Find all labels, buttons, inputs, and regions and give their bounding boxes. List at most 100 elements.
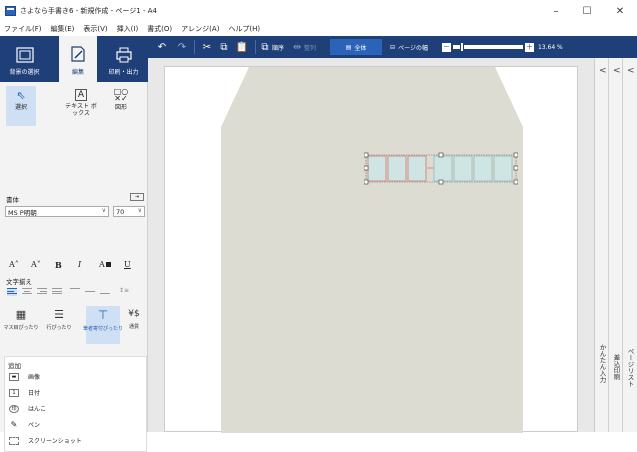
currency-label: 通貨: [128, 324, 139, 330]
currency-button[interactable]: ¥$ 通貨: [122, 306, 146, 344]
document-page[interactable]: [164, 66, 578, 433]
collapse-chevron-icon[interactable]: <: [613, 66, 621, 76]
align-left-button[interactable]: [7, 288, 17, 296]
font-family-select[interactable]: MS P明朝 ∨: [5, 206, 109, 217]
align-section-label: 文字揃え: [6, 278, 32, 286]
add-screenshot-item[interactable]: スクリーンショット: [9, 436, 82, 445]
page-list-panel-tab[interactable]: < ページリスト: [623, 58, 637, 432]
pen-icon: ✎: [10, 420, 18, 429]
zoom-out-button[interactable]: －: [441, 42, 451, 52]
align-center-button[interactable]: [22, 288, 32, 296]
minimize-button[interactable]: –: [542, 0, 570, 22]
shape-tool-label: 図形: [114, 104, 127, 111]
valign-bottom-button[interactable]: [100, 288, 110, 296]
zoom-in-button[interactable]: ＋: [524, 42, 534, 52]
background-icon: [15, 47, 34, 63]
menu-bar: ファイル(F) 編集(E) 表示(V) 挿入(I) 書式(O) アレンジ(A) …: [0, 22, 637, 36]
postal-code-boxes[interactable]: [364, 151, 518, 186]
envelope-shape[interactable]: [221, 67, 523, 433]
zoom-slider[interactable]: [452, 42, 523, 52]
fit-whole-icon: ▤: [345, 43, 352, 51]
font-size-select[interactable]: 70 ∨: [113, 206, 145, 217]
list-icon: ☰: [54, 308, 64, 321]
paste-icon[interactable]: 📋: [233, 36, 251, 58]
main-toolbar: ↶ ↷ ✂ ⧉ 📋 ⧉ 順序 ⇹ 整列 ▤ 全体 ⊟ ページの幅 － ＋ 13.…: [148, 36, 637, 58]
chevron-down-icon: ∨: [137, 207, 142, 214]
add-date-item[interactable]: 1 日付: [9, 388, 40, 397]
tab-background-label: 背景の選択: [9, 69, 40, 76]
cut-icon[interactable]: ✂: [199, 36, 215, 58]
align-right-button[interactable]: [37, 288, 47, 296]
valign-top-button[interactable]: [70, 288, 80, 296]
menu-view[interactable]: 表示(V): [83, 24, 107, 34]
fit-width-button[interactable]: ⊟ ページの幅: [390, 43, 428, 52]
select-tool-label: 選択: [14, 104, 27, 111]
add-stamp-item[interactable]: 印 はんこ: [9, 404, 46, 413]
tab-background-select[interactable]: 背景の選択: [0, 36, 49, 82]
arrange-icon[interactable]: ⇹: [292, 36, 302, 58]
font-color-button[interactable]: A: [99, 260, 111, 269]
zoom-slider-thumb[interactable]: [459, 42, 464, 52]
title-bar: さよなら手書き6 - 新規作成 - ページ1 - A4 – ☐ ✕: [0, 0, 637, 22]
italic-button[interactable]: I: [78, 260, 81, 269]
collapse-chevron-icon[interactable]: <: [627, 66, 635, 76]
font-shrink-button[interactable]: A˅: [31, 260, 41, 269]
fit-width-label: ページの幅: [398, 44, 428, 52]
font-grow-button[interactable]: A˄: [9, 260, 19, 269]
add-pen-item[interactable]: ✎ ペン: [9, 420, 40, 429]
screenshot-icon: [9, 436, 19, 445]
fit-grid-button[interactable]: ▦ マス目ぴったり: [3, 306, 39, 344]
redo-icon[interactable]: ↷: [174, 36, 190, 58]
fit-writer-label: 筆者寄付ぴったり: [83, 326, 124, 332]
toolbar-divider: [194, 40, 195, 54]
fit-writer-button[interactable]: ⊤ 筆者寄付ぴったり: [83, 306, 124, 344]
collapse-chevron-icon[interactable]: <: [599, 66, 607, 76]
currency-icon: ¥$: [128, 309, 140, 319]
vertical-align-icon: ⊤: [97, 308, 109, 322]
group-icon[interactable]: ⧉: [260, 36, 270, 58]
fit-whole-button[interactable]: ▤ 全体: [330, 39, 383, 55]
undo-icon[interactable]: ↶: [154, 36, 170, 58]
menu-file[interactable]: ファイル(F): [4, 24, 42, 34]
menu-arrange[interactable]: アレンジ(A): [181, 24, 219, 34]
quick-input-panel-tab[interactable]: < かんたん入力: [595, 58, 609, 432]
add-image-item[interactable]: ▬ 画像: [9, 372, 40, 381]
add-stamp-label: はんこ: [28, 406, 47, 413]
justify-fit-button[interactable]: ↕≡: [119, 287, 129, 294]
close-button[interactable]: ✕: [606, 0, 634, 22]
textbox-icon: A: [74, 89, 88, 101]
fit-line-button[interactable]: ☰ 行ぴったり: [44, 306, 74, 344]
menu-help[interactable]: ヘルプ(H): [228, 24, 260, 34]
align-button[interactable]: 整列: [304, 43, 316, 52]
fit-grid-label: マス目ぴったり: [3, 325, 39, 331]
add-section: 追加 ▬ 画像 1 日付 印 はんこ ✎ ペン スクリーンショット: [4, 356, 147, 452]
zoom-value: 13.64 %: [537, 43, 563, 51]
menu-insert[interactable]: 挿入(I): [117, 24, 139, 34]
chevron-down-icon: ∨: [101, 207, 106, 214]
fit-line-label: 行ぴったり: [46, 325, 72, 331]
shape-tool[interactable]: □○ ✕✓ 図形: [106, 86, 136, 126]
right-rail: < かんたん入力 < 差込印刷 < ページリスト: [594, 58, 637, 432]
valign-middle-button[interactable]: [85, 288, 95, 296]
select-tool[interactable]: ⇖ 選択: [6, 86, 36, 126]
canvas-area[interactable]: [148, 58, 594, 433]
add-image-label: 画像: [28, 374, 41, 381]
tab-edit[interactable]: 編集: [59, 36, 97, 82]
order-button[interactable]: 順序: [272, 43, 284, 52]
align-justify-button[interactable]: [52, 288, 62, 296]
tab-print-output[interactable]: 印刷・出力: [99, 36, 148, 82]
add-section-label: 追加: [8, 362, 21, 370]
mail-merge-panel-tab[interactable]: < 差込印刷: [609, 58, 623, 432]
textbox-tool[interactable]: A テキスト ボックス: [65, 86, 97, 126]
menu-edit[interactable]: 編集(E): [51, 24, 75, 34]
font-settings-icon[interactable]: ⇥: [130, 193, 144, 201]
menu-format[interactable]: 書式(O): [147, 24, 172, 34]
font-section-label: 書体: [6, 196, 19, 204]
bold-button[interactable]: B: [55, 260, 62, 270]
printer-icon: [115, 47, 132, 63]
mode-tabs: 背景の選択 編集 印刷・出力: [0, 36, 148, 82]
underline-button[interactable]: U: [124, 260, 131, 269]
copy-icon[interactable]: ⧉: [215, 36, 233, 58]
edit-icon: [71, 46, 85, 62]
maximize-button[interactable]: ☐: [573, 0, 601, 22]
